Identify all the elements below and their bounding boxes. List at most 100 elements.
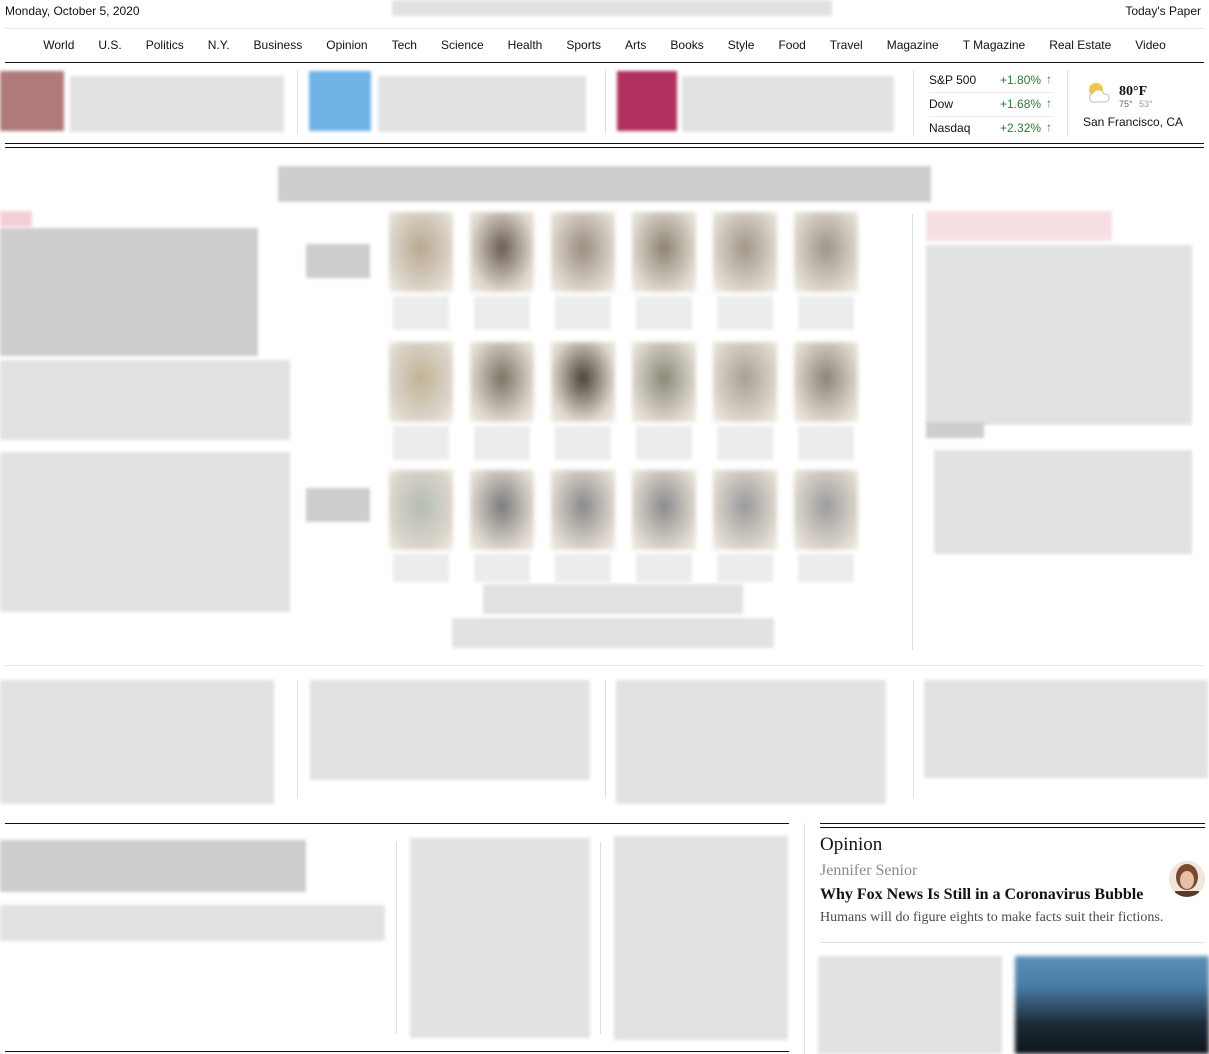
briefing-thumb-2[interactable] bbox=[309, 71, 371, 131]
nav-item-world[interactable]: World bbox=[31, 38, 86, 52]
right-story-kicker[interactable] bbox=[926, 422, 984, 438]
grid-row-label bbox=[306, 244, 370, 278]
arrow-up-icon: ↑ bbox=[1046, 96, 1052, 110]
market-name: Dow bbox=[929, 97, 954, 111]
market-change: +2.32% bbox=[1000, 121, 1042, 135]
briefing-text-2[interactable] bbox=[378, 76, 586, 132]
candidate-photo[interactable] bbox=[794, 470, 858, 550]
candidate-photo[interactable] bbox=[713, 342, 777, 422]
nav-item-food[interactable]: Food bbox=[766, 38, 817, 52]
candidate-caption bbox=[393, 426, 449, 460]
opinion-section-title[interactable]: Opinion bbox=[820, 834, 882, 856]
candidate-caption bbox=[798, 426, 854, 460]
briefing-thumb-1[interactable] bbox=[0, 71, 64, 131]
masthead-divider bbox=[5, 28, 1204, 29]
candidate-photo[interactable] bbox=[713, 212, 777, 292]
briefing-thumb-3[interactable] bbox=[617, 71, 677, 131]
nav-item-business[interactable]: Business bbox=[242, 38, 315, 52]
lead-headline[interactable] bbox=[278, 166, 931, 202]
right-story-summary[interactable] bbox=[934, 450, 1192, 554]
opinion-author[interactable]: Jennifer Senior bbox=[820, 862, 917, 880]
nav-item-arts[interactable]: Arts bbox=[613, 38, 658, 52]
author-avatar[interactable] bbox=[1169, 861, 1205, 897]
nav-item-t-magazine[interactable]: T Magazine bbox=[951, 38, 1037, 52]
masthead-date: Monday, October 5, 2020 bbox=[5, 4, 140, 18]
candidate-caption bbox=[555, 426, 611, 460]
left-story-summary[interactable] bbox=[0, 360, 290, 440]
market-change: +1.80% bbox=[1000, 73, 1042, 87]
candidate-photo[interactable] bbox=[794, 212, 858, 292]
candidate-caption bbox=[798, 554, 854, 582]
column-divider bbox=[600, 842, 601, 1034]
graphic-credit bbox=[452, 618, 774, 648]
candidate-photo[interactable] bbox=[470, 470, 534, 550]
todays-paper-link[interactable]: Today's Paper bbox=[1125, 4, 1201, 18]
candidate-photo[interactable] bbox=[470, 342, 534, 422]
candidate-photo[interactable] bbox=[632, 212, 696, 292]
nav-item-health[interactable]: Health bbox=[496, 38, 555, 52]
lower-story-summary[interactable] bbox=[0, 905, 385, 941]
candidate-photo[interactable] bbox=[551, 470, 615, 550]
candidate-photo[interactable] bbox=[551, 342, 615, 422]
nav-item-style[interactable]: Style bbox=[716, 38, 767, 52]
candidate-photo[interactable] bbox=[389, 470, 453, 550]
left-story-headline[interactable] bbox=[0, 228, 258, 356]
candidate-photo[interactable] bbox=[794, 342, 858, 422]
candidate-photo[interactable] bbox=[632, 342, 696, 422]
nav-item-tech[interactable]: Tech bbox=[380, 38, 429, 52]
nav-item-magazine[interactable]: Magazine bbox=[875, 38, 951, 52]
market-name: S&P 500 bbox=[929, 73, 977, 87]
weather-divider bbox=[1067, 70, 1068, 136]
story-card-2[interactable] bbox=[310, 680, 590, 780]
story-card-3[interactable] bbox=[616, 680, 886, 804]
column-divider bbox=[396, 842, 397, 1034]
top-rule bbox=[5, 143, 1204, 144]
story-card-1[interactable] bbox=[0, 680, 274, 804]
weather-temp: 80°F bbox=[1119, 84, 1148, 99]
left-story-summary-2[interactable] bbox=[0, 452, 290, 612]
nav-item-sports[interactable]: Sports bbox=[554, 38, 613, 52]
candidate-caption bbox=[474, 426, 530, 460]
section-divider bbox=[5, 665, 1204, 666]
candidate-caption bbox=[474, 296, 530, 330]
section-nav: World U.S. Politics N.Y. Business Opinion Tech… bbox=[0, 38, 1209, 52]
nav-item-u-s[interactable]: U.S. bbox=[86, 38, 133, 52]
weather-location[interactable]: San Francisco, CA bbox=[1083, 115, 1183, 129]
briefing-divider bbox=[297, 70, 298, 134]
right-story-text[interactable] bbox=[926, 245, 1192, 425]
nav-item-opinion[interactable]: Opinion bbox=[314, 38, 379, 52]
candidate-photo[interactable] bbox=[551, 212, 615, 292]
nav-item-n-y[interactable]: N.Y. bbox=[196, 38, 242, 52]
section-rule bbox=[5, 823, 789, 824]
candidate-photo[interactable] bbox=[389, 342, 453, 422]
opinion-story-image[interactable] bbox=[1015, 956, 1209, 1054]
briefing-text-1[interactable] bbox=[70, 76, 284, 132]
nav-item-politics[interactable]: Politics bbox=[134, 38, 196, 52]
lower-story-card-1[interactable] bbox=[410, 838, 590, 1038]
nav-item-books[interactable]: Books bbox=[658, 38, 715, 52]
candidate-caption bbox=[717, 554, 773, 582]
market-name: Nasdaq bbox=[929, 121, 971, 135]
opinion-rule bbox=[820, 823, 1205, 824]
opinion-summary[interactable]: Humans will do figure eights to make fac… bbox=[820, 910, 1163, 926]
briefing-divider bbox=[605, 70, 606, 134]
candidate-photo[interactable] bbox=[389, 212, 453, 292]
candidate-photo[interactable] bbox=[632, 470, 696, 550]
lower-story-headline[interactable] bbox=[0, 840, 306, 892]
story-card-4[interactable] bbox=[924, 680, 1208, 778]
nav-item-travel[interactable]: Travel bbox=[818, 38, 875, 52]
candidate-photo[interactable] bbox=[713, 470, 777, 550]
nav-item-video[interactable]: Video bbox=[1123, 38, 1177, 52]
masthead-logo[interactable] bbox=[392, 0, 832, 16]
nav-item-real-estate[interactable]: Real Estate bbox=[1037, 38, 1123, 52]
markets-divider bbox=[913, 70, 914, 136]
column-divider bbox=[912, 214, 913, 650]
opinion-story-2[interactable] bbox=[818, 956, 1002, 1054]
candidate-caption bbox=[636, 554, 692, 582]
opinion-headline[interactable]: Why Fox News Is Still in a Coronavirus B… bbox=[820, 886, 1143, 904]
nav-item-science[interactable]: Science bbox=[429, 38, 496, 52]
partly-cloudy-icon bbox=[1084, 80, 1114, 106]
lower-story-card-2[interactable] bbox=[614, 836, 788, 1040]
candidate-photo[interactable] bbox=[470, 212, 534, 292]
briefing-text-3[interactable] bbox=[682, 76, 894, 132]
